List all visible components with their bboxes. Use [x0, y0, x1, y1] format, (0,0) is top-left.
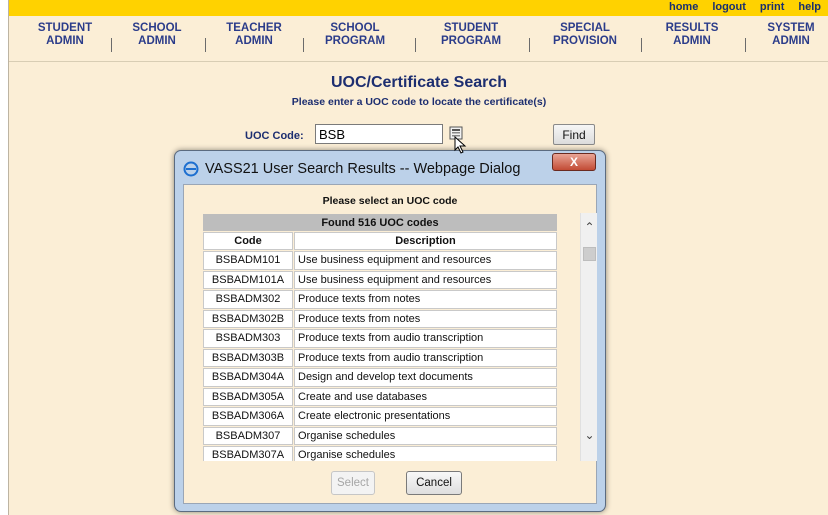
table-row[interactable]: BSBADM101A Use business equipment and re…	[203, 270, 557, 289]
cursor-icon	[454, 136, 467, 154]
row-description: Produce texts from audio transcription	[294, 329, 557, 348]
nav-special-provision[interactable]: SPECIAL PROVISION	[545, 22, 625, 48]
column-header-code: Code	[203, 232, 293, 250]
nav-separator	[745, 38, 746, 52]
results-count: Found 516 UOC codes	[203, 214, 557, 231]
table-row[interactable]: BSBADM302B Produce texts from notes	[203, 309, 557, 328]
row-code: BSBADM307	[203, 426, 293, 445]
nav-label-line1: SYSTEM	[767, 22, 815, 34]
nav-label-line2: ADMIN	[235, 35, 273, 47]
row-description: Use business equipment and resources	[294, 270, 557, 289]
row-code: BSBADM302	[203, 290, 293, 309]
table-row[interactable]: BSBADM306A Create electronic presentatio…	[203, 407, 557, 426]
close-icon[interactable]: X	[552, 153, 596, 171]
nav-separator	[111, 38, 112, 52]
row-description: Produce texts from audio transcription	[294, 348, 557, 367]
select-prompt: Please select an UOC code	[322, 195, 458, 207]
row-code: BSBADM306A	[203, 407, 293, 426]
table-row[interactable]: BSBADM304A Design and develop text docum…	[203, 368, 557, 387]
logout-link[interactable]: logout	[712, 1, 746, 13]
print-link[interactable]: print	[760, 1, 784, 13]
results-table: Found 516 UOC codes Code Description BSB…	[202, 213, 558, 461]
scrollbar-thumb[interactable]	[583, 247, 596, 261]
row-code: BSBADM303	[203, 329, 293, 348]
uoc-code-label: UOC Code:	[245, 130, 304, 142]
row-description: Design and develop text documents	[294, 368, 557, 387]
nav-student-program[interactable]: STUDENT PROGRAM	[433, 22, 509, 48]
nav-separator	[415, 38, 416, 52]
nav-label-line2: ADMIN	[673, 35, 711, 47]
ie-icon	[183, 161, 199, 177]
nav-system-admin[interactable]: SYSTEM ADMIN	[761, 22, 821, 48]
nav-label-line2: ADMIN	[138, 35, 176, 47]
table-row[interactable]: BSBADM303B Produce texts from audio tran…	[203, 348, 557, 367]
dialog-title: VASS21 User Search Results -- Webpage Di…	[205, 161, 521, 177]
table-row[interactable]: BSBADM101 Use business equipment and res…	[203, 251, 557, 270]
nav-separator	[641, 38, 642, 52]
nav-school-program[interactable]: SCHOOL PROGRAM	[317, 22, 393, 48]
column-header-description: Description	[294, 232, 557, 250]
row-code: BSBADM305A	[203, 387, 293, 406]
row-description: Produce texts from notes	[294, 290, 557, 309]
row-description: Produce texts from notes	[294, 309, 557, 328]
nav-label-line2: PROVISION	[553, 35, 617, 47]
row-code: BSBADM302B	[203, 309, 293, 328]
nav-label-line1: SCHOOL	[132, 22, 182, 34]
nav-teacher-admin[interactable]: TEACHER ADMIN	[221, 22, 287, 48]
chevron-up-icon[interactable]: ⌃	[581, 219, 598, 236]
nav-label-line2: ADMIN	[46, 35, 84, 47]
page-title: UOC/Certificate Search	[330, 74, 508, 91]
nav-label-line2: ADMIN	[772, 35, 810, 47]
nav-separator	[529, 38, 530, 52]
nav-label-line1: TEACHER	[226, 22, 282, 34]
row-description: Create electronic presentations	[294, 407, 557, 426]
application-frame: home logout print help STUDENT ADMIN SCH…	[8, 0, 828, 515]
nav-label-line1: SPECIAL	[560, 22, 610, 34]
row-code: BSBADM303B	[203, 348, 293, 367]
top-utility-bar: home logout print help	[9, 0, 828, 16]
chevron-down-icon[interactable]: ⌄	[581, 427, 598, 444]
nav-school-admin[interactable]: SCHOOL ADMIN	[127, 22, 187, 48]
row-code: BSBADM307A	[203, 446, 293, 461]
nav-student-admin[interactable]: STUDENT ADMIN	[35, 22, 95, 48]
row-description: Create and use databases	[294, 387, 557, 406]
nav-label-line1: STUDENT	[443, 22, 499, 34]
help-link[interactable]: help	[798, 1, 821, 13]
main-nav: STUDENT ADMIN SCHOOL ADMIN TEACHER ADMIN…	[9, 16, 828, 62]
nav-label-line1: RESULTS	[665, 22, 719, 34]
nav-separator	[205, 38, 206, 52]
dialog-body: Please select an UOC code Found 516 UOC …	[183, 184, 597, 504]
uoc-code-input[interactable]	[315, 124, 443, 144]
search-results-dialog: VASS21 User Search Results -- Webpage Di…	[174, 150, 606, 512]
results-scrollbar[interactable]: ⌃ ⌄	[580, 213, 597, 461]
top-links: home logout print help	[669, 1, 821, 13]
nav-results-admin[interactable]: RESULTS ADMIN	[657, 22, 727, 48]
home-link[interactable]: home	[669, 1, 698, 13]
nav-label-line1: SCHOOL	[330, 22, 380, 34]
row-description: Organise schedules	[294, 446, 557, 461]
select-button[interactable]: Select	[331, 471, 375, 495]
row-code: BSBADM304A	[203, 368, 293, 387]
row-code: BSBADM101A	[203, 270, 293, 289]
nav-label-line2: PROGRAM	[440, 35, 502, 47]
nav-label-line2: PROGRAM	[324, 35, 386, 47]
table-row[interactable]: BSBADM303 Produce texts from audio trans…	[203, 329, 557, 348]
row-description: Organise schedules	[294, 426, 557, 445]
find-button[interactable]: Find	[553, 124, 595, 145]
nav-separator	[303, 38, 304, 52]
table-row[interactable]: BSBADM307A Organise schedules	[203, 446, 557, 461]
cancel-button[interactable]: Cancel	[406, 471, 462, 495]
table-row[interactable]: BSBADM305A Create and use databases	[203, 387, 557, 406]
row-code: BSBADM101	[203, 251, 293, 270]
row-description: Use business equipment and resources	[294, 251, 557, 270]
table-row[interactable]: BSBADM302 Produce texts from notes	[203, 290, 557, 309]
page-subtitle: Please enter a UOC code to locate the ce…	[291, 96, 547, 108]
table-row[interactable]: BSBADM307 Organise schedules	[203, 426, 557, 445]
results-list: Found 516 UOC codes Code Description BSB…	[202, 213, 558, 461]
nav-label-line1: STUDENT	[37, 22, 93, 34]
